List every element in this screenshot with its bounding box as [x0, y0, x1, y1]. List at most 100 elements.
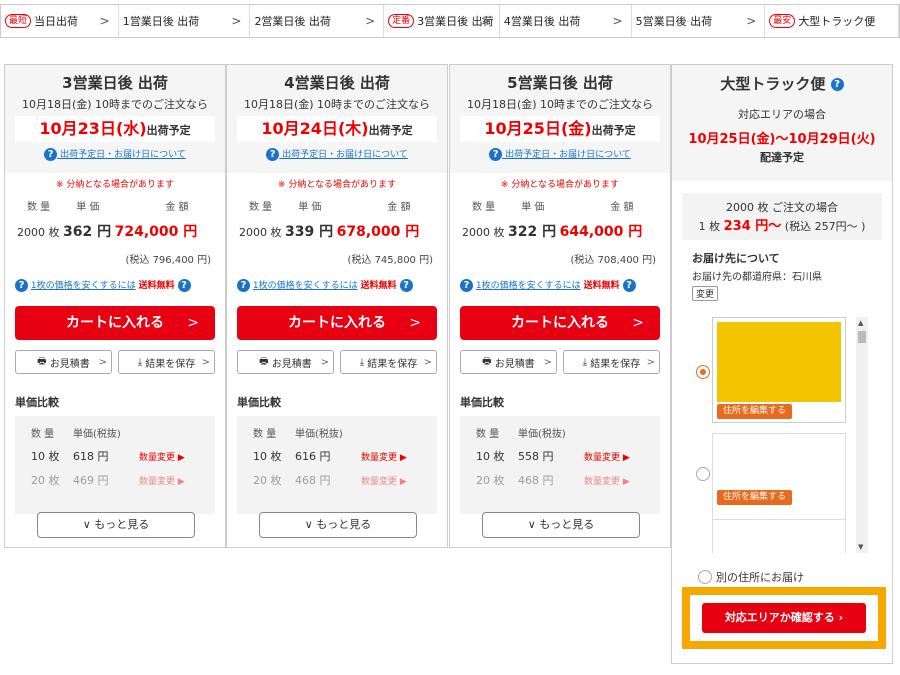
cheaper-link[interactable]: 1枚の価格を安くするには: [253, 281, 358, 291]
ship-date-box: 10月25日(金)出荷予定: [460, 116, 660, 142]
total-header: 金 額: [387, 202, 411, 213]
row-price: 558 円: [518, 450, 554, 463]
tab-5[interactable]: 5営業日後 出荷 >: [632, 5, 766, 37]
add-to-cart-button[interactable]: カートに入れる >: [237, 306, 437, 340]
change-prefecture-button[interactable]: 変更: [692, 286, 719, 301]
row-price: 616 円: [295, 450, 331, 463]
split-delivery-note: ※ 分納となる場合があります: [277, 180, 397, 190]
destination-prefecture: お届け先の都道府県：石川県: [692, 272, 822, 283]
chevron-right-icon: >: [187, 315, 199, 331]
tab-1[interactable]: 1営業日後 出荷 >: [119, 5, 251, 37]
table-row: 10 枚 618 円 数量変更 ▶: [15, 444, 215, 468]
cheaper-link[interactable]: 1枚の価格を安くするには: [476, 281, 581, 291]
tab-badge: 最短: [5, 14, 32, 28]
order-cutoff: 10月18日(金) 10時までのご注文なら: [21, 98, 209, 111]
save-result-button[interactable]: ⤓ 結果を保存 >: [118, 350, 215, 374]
tab-badge: 定番: [388, 14, 415, 28]
quote-button[interactable]: 🖶 お見積書 >: [15, 350, 112, 374]
quantity: 2000 枚: [462, 226, 505, 239]
row-price: 468 円: [295, 474, 331, 487]
confirm-area-button[interactable]: 対応エリアか確認する ›: [702, 603, 866, 633]
tab-0[interactable]: 最短 当日出荷 >: [1, 5, 119, 37]
help-icon[interactable]: ?: [237, 279, 250, 292]
scroll-thumb[interactable]: [858, 331, 866, 343]
row-qty: 10 枚: [31, 450, 60, 463]
quote-label: お見積書: [494, 358, 535, 370]
printer-icon: 🖶: [37, 355, 47, 367]
cheaper-link[interactable]: 1枚の価格を安くするには: [31, 281, 136, 291]
order-price: 234 円〜: [723, 219, 782, 234]
edit-address-button[interactable]: 住所を編集する: [717, 404, 793, 419]
ship-label: 出荷予定: [146, 124, 191, 137]
show-more-button[interactable]: ∨ もっと見る: [259, 512, 417, 538]
ship-date: 10月23日(水): [39, 119, 147, 138]
about-dates-link[interactable]: ? 出荷予定日・お届け日について: [450, 148, 670, 162]
price-row: 2000 枚 339 円 678,000 円: [227, 221, 447, 241]
save-result-button[interactable]: ⤓ 結果を保存 >: [563, 350, 660, 374]
compare-header: 数 量 単価(税抜): [15, 420, 215, 444]
confirm-area-label: 対応エリアか確認する: [724, 611, 835, 624]
free-shipping-label: 送料無料: [583, 281, 620, 291]
change-qty-link[interactable]: 数量変更 ▶: [139, 474, 185, 487]
add-to-cart-button[interactable]: カートに入れる >: [15, 306, 215, 340]
truck-delivery-card: 大型トラック便 ? 対応エリアの場合 10月25日(金)〜10月29日(火) 配…: [671, 64, 893, 664]
table-row: 20 枚 468 円 数量変更 ▶: [460, 468, 660, 492]
order-unit: 1 枚: [698, 220, 721, 233]
help-icon[interactable]: ?: [622, 279, 636, 292]
help-icon[interactable]: ?: [177, 279, 191, 292]
tab-6[interactable]: 最安 大型トラック便: [765, 5, 899, 37]
tab-4[interactable]: 4営業日後 出荷 >: [500, 5, 632, 37]
chevron-right-icon: >: [365, 14, 376, 28]
change-qty-link[interactable]: 数量変更 ▶: [361, 450, 407, 463]
address-scrollbar[interactable]: ▲ ▼: [856, 317, 868, 553]
truck-area-label: 対応エリアの場合: [738, 108, 826, 121]
other-address-option[interactable]: 別の住所にお届け: [698, 569, 804, 585]
truck-delivery-label: 配達予定: [760, 151, 804, 164]
split-delivery-note: ※ 分納となる場合があります: [55, 180, 175, 190]
total-header: 金 額: [610, 202, 634, 213]
change-qty-link[interactable]: 数量変更 ▶: [584, 474, 630, 487]
show-more-button[interactable]: ∨ もっと見る: [37, 512, 195, 538]
cheaper-link-row: ? 1枚の価格を安くするには 送料無料 ?: [227, 278, 447, 292]
help-icon[interactable]: ?: [399, 279, 413, 292]
scroll-up-icon[interactable]: ▲: [858, 319, 863, 327]
show-more-button[interactable]: ∨ もっと見る: [482, 512, 640, 538]
address-card-1[interactable]: 住所を編集する: [712, 317, 846, 423]
shipping-card: 5営業日後 出荷 10月18日(金) 10時までのご注文なら 10月25日(金)…: [449, 64, 671, 548]
about-dates-link[interactable]: ? 出荷予定日・お届け日について: [227, 148, 447, 162]
save-result-button[interactable]: ⤓ 結果を保存 >: [340, 350, 437, 374]
row-price: 469 円: [73, 474, 109, 487]
help-icon[interactable]: ?: [15, 279, 28, 292]
add-to-cart-button[interactable]: カートに入れる >: [460, 306, 660, 340]
tab-badge: 最安: [769, 14, 796, 28]
change-qty-link[interactable]: 数量変更 ▶: [584, 450, 630, 463]
other-address-radio[interactable]: [698, 570, 712, 584]
address-radio-1[interactable]: [696, 365, 710, 379]
table-row-hidden: [237, 492, 437, 510]
row-qty: 10 枚: [476, 450, 505, 463]
quote-label: お見積書: [49, 358, 90, 370]
price-header: 数 量単 価金 額: [450, 198, 670, 213]
quote-button[interactable]: 🖶 お見積書 >: [460, 350, 557, 374]
help-icon[interactable]: ?: [830, 78, 844, 91]
tab-3[interactable]: 定番 3営業日後 出荷 >: [384, 5, 500, 37]
address-card-3[interactable]: [712, 519, 846, 553]
unit-header: 単 価: [521, 202, 545, 213]
tab-2[interactable]: 2営業日後 出荷 >: [250, 5, 385, 37]
address-radio-2[interactable]: [696, 467, 710, 481]
printer-icon: 🖶: [482, 355, 492, 367]
change-qty-link[interactable]: 数量変更 ▶: [139, 450, 185, 463]
help-icon[interactable]: ?: [460, 279, 473, 292]
scroll-down-icon[interactable]: ▼: [858, 543, 863, 551]
save-label: 結果を保存: [590, 358, 641, 370]
unit-header: 単 価: [76, 202, 100, 213]
edit-address-button[interactable]: 住所を編集する: [717, 490, 793, 505]
total-price: 644,000 円: [559, 224, 643, 240]
save-label: 結果を保存: [145, 358, 196, 370]
about-dates-link[interactable]: ? 出荷予定日・お届け日について: [5, 148, 225, 162]
quote-button[interactable]: 🖶 お見積書 >: [237, 350, 334, 374]
table-row: 20 枚 469 円 数量変更 ▶: [15, 468, 215, 492]
change-qty-link[interactable]: 数量変更 ▶: [361, 474, 407, 487]
chevron-right-icon: >: [98, 356, 107, 368]
cheaper-link-row: ? 1枚の価格を安くするには 送料無料 ?: [450, 278, 670, 292]
